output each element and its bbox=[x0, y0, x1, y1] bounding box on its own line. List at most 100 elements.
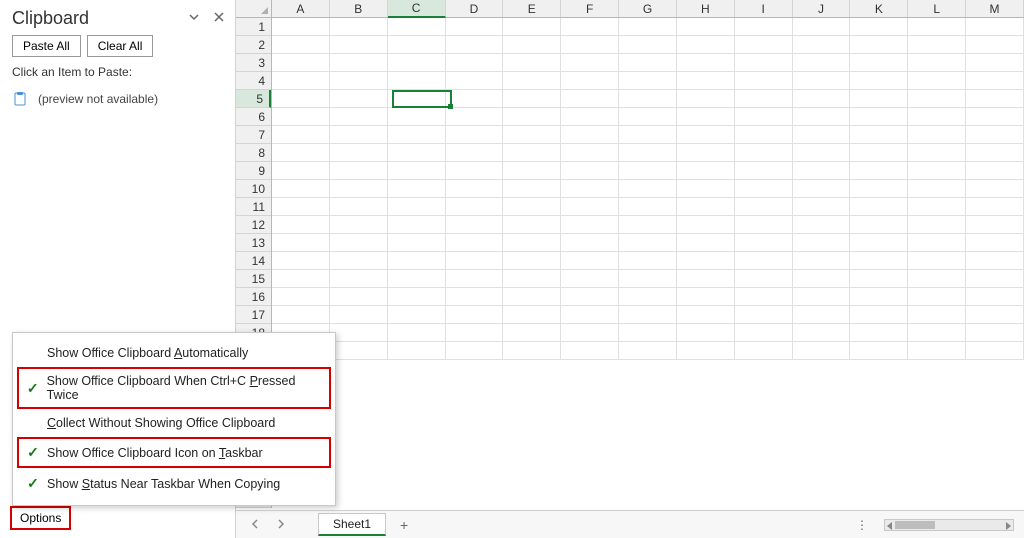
cell[interactable] bbox=[966, 162, 1024, 180]
cell[interactable] bbox=[388, 54, 446, 72]
cell[interactable] bbox=[503, 270, 561, 288]
cell[interactable] bbox=[272, 270, 330, 288]
cell[interactable] bbox=[272, 90, 330, 108]
cell[interactable] bbox=[272, 198, 330, 216]
cell[interactable] bbox=[619, 324, 677, 342]
cell[interactable] bbox=[677, 126, 735, 144]
cell[interactable] bbox=[503, 90, 561, 108]
cell[interactable] bbox=[503, 162, 561, 180]
cell[interactable] bbox=[446, 324, 504, 342]
cell[interactable] bbox=[735, 198, 793, 216]
cell[interactable] bbox=[330, 108, 388, 126]
cell[interactable] bbox=[966, 90, 1024, 108]
cell[interactable] bbox=[850, 342, 908, 360]
cell[interactable] bbox=[388, 270, 446, 288]
cell[interactable] bbox=[330, 216, 388, 234]
cell[interactable] bbox=[446, 108, 504, 126]
cell[interactable] bbox=[908, 72, 966, 90]
cell[interactable] bbox=[793, 18, 851, 36]
cell[interactable] bbox=[850, 306, 908, 324]
options-menu-item[interactable]: ✓Show Office Clipboard Icon on Taskbar bbox=[17, 437, 331, 468]
row-header-10[interactable]: 10 bbox=[236, 180, 271, 198]
col-header-b[interactable]: B bbox=[330, 0, 388, 17]
cell[interactable] bbox=[619, 198, 677, 216]
cell[interactable] bbox=[330, 252, 388, 270]
cell[interactable] bbox=[677, 144, 735, 162]
cell[interactable] bbox=[330, 342, 388, 360]
cell[interactable] bbox=[966, 108, 1024, 126]
col-header-l[interactable]: L bbox=[908, 0, 966, 17]
cell[interactable] bbox=[677, 306, 735, 324]
pane-dropdown-icon[interactable] bbox=[187, 10, 201, 27]
cell[interactable] bbox=[388, 198, 446, 216]
row-header-17[interactable]: 17 bbox=[236, 306, 271, 324]
row-header-5[interactable]: 5 bbox=[236, 90, 271, 108]
cell[interactable] bbox=[735, 36, 793, 54]
tab-bar-menu-icon[interactable]: ⋮ bbox=[856, 518, 870, 532]
cell[interactable] bbox=[677, 270, 735, 288]
cell[interactable] bbox=[388, 144, 446, 162]
cell[interactable] bbox=[446, 162, 504, 180]
row-header-6[interactable]: 6 bbox=[236, 108, 271, 126]
row-header-15[interactable]: 15 bbox=[236, 270, 271, 288]
cell[interactable] bbox=[966, 198, 1024, 216]
cell[interactable] bbox=[503, 72, 561, 90]
cell[interactable] bbox=[388, 216, 446, 234]
cell[interactable] bbox=[503, 18, 561, 36]
cell[interactable] bbox=[446, 252, 504, 270]
cell[interactable] bbox=[561, 234, 619, 252]
cell[interactable] bbox=[677, 234, 735, 252]
cell[interactable] bbox=[272, 162, 330, 180]
row-header-3[interactable]: 3 bbox=[236, 54, 271, 72]
col-header-d[interactable]: D bbox=[446, 0, 504, 17]
cell[interactable] bbox=[388, 252, 446, 270]
cell[interactable] bbox=[503, 36, 561, 54]
cell[interactable] bbox=[793, 108, 851, 126]
cell[interactable] bbox=[503, 216, 561, 234]
cell[interactable] bbox=[908, 90, 966, 108]
cell[interactable] bbox=[908, 36, 966, 54]
cell[interactable] bbox=[330, 144, 388, 162]
cell[interactable] bbox=[793, 90, 851, 108]
cell[interactable] bbox=[677, 180, 735, 198]
cell[interactable] bbox=[619, 252, 677, 270]
cell[interactable] bbox=[503, 252, 561, 270]
col-header-e[interactable]: E bbox=[503, 0, 561, 17]
col-header-j[interactable]: J bbox=[793, 0, 851, 17]
cell[interactable] bbox=[561, 342, 619, 360]
close-icon[interactable] bbox=[213, 11, 225, 26]
cell[interactable] bbox=[908, 252, 966, 270]
spreadsheet-grid[interactable]: ABCDEFGHIJKLM 12345678910111213141516171… bbox=[236, 0, 1024, 538]
cell[interactable] bbox=[619, 306, 677, 324]
cell[interactable] bbox=[330, 54, 388, 72]
prev-sheet-button[interactable] bbox=[246, 518, 264, 532]
cell[interactable] bbox=[446, 180, 504, 198]
cell[interactable] bbox=[850, 126, 908, 144]
cell[interactable] bbox=[561, 216, 619, 234]
options-menu-item[interactable]: ✓Show Status Near Taskbar When Copying bbox=[17, 468, 331, 499]
cell[interactable] bbox=[735, 108, 793, 126]
cell[interactable] bbox=[503, 324, 561, 342]
cell[interactable] bbox=[677, 342, 735, 360]
cell[interactable] bbox=[850, 234, 908, 252]
cell[interactable] bbox=[503, 288, 561, 306]
cell[interactable] bbox=[850, 270, 908, 288]
cell[interactable] bbox=[850, 18, 908, 36]
cell[interactable] bbox=[619, 234, 677, 252]
cell[interactable] bbox=[966, 270, 1024, 288]
cell[interactable] bbox=[561, 288, 619, 306]
col-header-f[interactable]: F bbox=[561, 0, 619, 17]
cell[interactable] bbox=[793, 216, 851, 234]
cell[interactable] bbox=[619, 108, 677, 126]
select-all-corner[interactable] bbox=[236, 0, 272, 18]
cell[interactable] bbox=[503, 180, 561, 198]
row-header-11[interactable]: 11 bbox=[236, 198, 271, 216]
cell[interactable] bbox=[966, 288, 1024, 306]
cell[interactable] bbox=[966, 144, 1024, 162]
cell[interactable] bbox=[388, 90, 446, 108]
cell[interactable] bbox=[850, 144, 908, 162]
cell[interactable] bbox=[908, 324, 966, 342]
cell[interactable] bbox=[677, 18, 735, 36]
cell[interactable] bbox=[446, 54, 504, 72]
cell[interactable] bbox=[272, 36, 330, 54]
